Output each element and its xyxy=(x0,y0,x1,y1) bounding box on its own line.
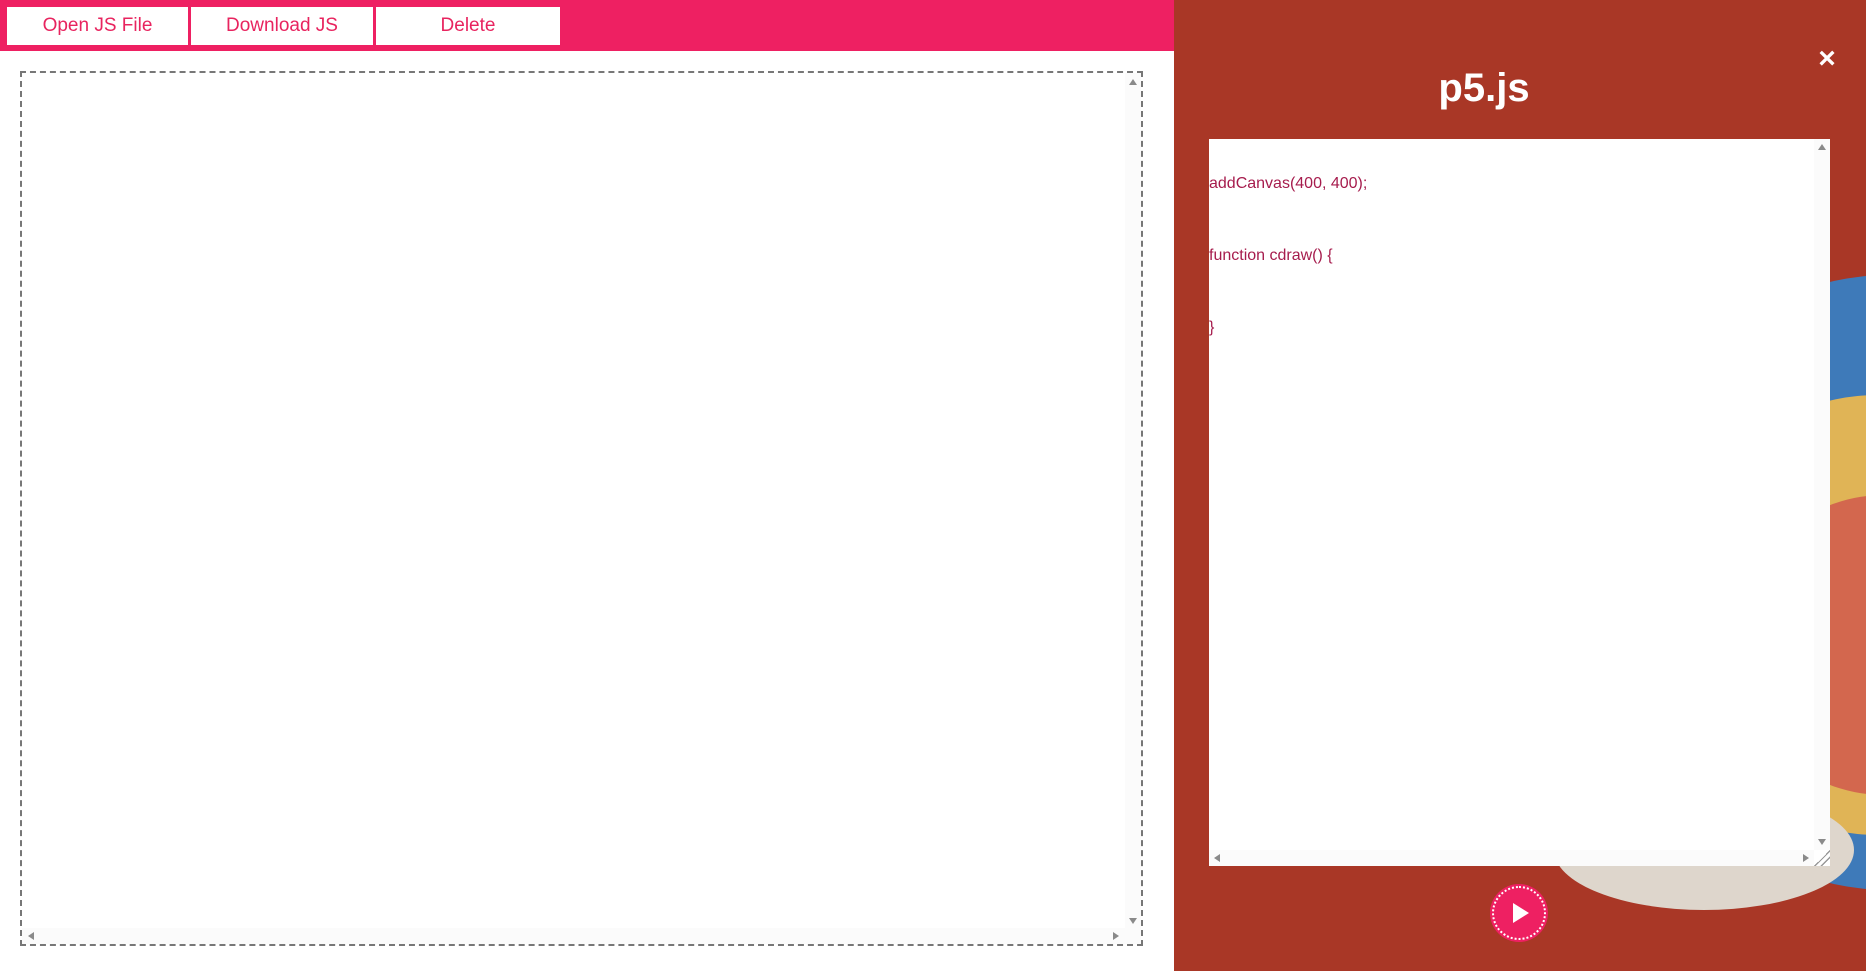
run-button[interactable] xyxy=(1490,884,1548,942)
code-horizontal-scrollbar[interactable] xyxy=(1209,850,1814,866)
scroll-up-arrow-icon[interactable] xyxy=(1129,79,1137,85)
scroll-down-arrow-icon[interactable] xyxy=(1818,839,1826,845)
scroll-right-arrow-icon[interactable] xyxy=(1803,854,1809,862)
code-line: } xyxy=(1209,319,1215,336)
canvas-drop-area[interactable] xyxy=(20,71,1143,946)
p5-side-panel: × p5.js addCanvas(400, 400); function cd… xyxy=(1174,0,1866,971)
scroll-down-arrow-icon[interactable] xyxy=(1129,918,1137,924)
code-vertical-scrollbar[interactable] xyxy=(1814,139,1830,850)
scroll-left-arrow-icon[interactable] xyxy=(1214,854,1220,862)
play-icon xyxy=(1513,903,1529,923)
code-editor[interactable]: addCanvas(400, 400); function cdraw() { … xyxy=(1209,139,1830,866)
vertical-scrollbar[interactable] xyxy=(1125,73,1141,944)
open-js-file-button[interactable]: Open JS File xyxy=(6,6,189,46)
download-js-button[interactable]: Download JS xyxy=(190,6,374,46)
scroll-up-arrow-icon[interactable] xyxy=(1818,144,1826,150)
scroll-left-arrow-icon[interactable] xyxy=(28,932,34,940)
scroll-right-arrow-icon[interactable] xyxy=(1113,932,1119,940)
code-line: function cdraw() { xyxy=(1209,247,1333,264)
code-line: addCanvas(400, 400); xyxy=(1209,175,1368,192)
close-icon[interactable]: × xyxy=(1814,44,1840,74)
code-text[interactable]: addCanvas(400, 400); function cdraw() { … xyxy=(1209,139,1814,850)
top-toolbar: Open JS File Download JS Delete xyxy=(0,0,1174,51)
delete-button[interactable]: Delete xyxy=(375,6,561,46)
panel-title: p5.js xyxy=(1438,66,1530,110)
horizontal-scrollbar[interactable] xyxy=(22,928,1141,944)
resize-grip-icon[interactable] xyxy=(1814,850,1830,866)
